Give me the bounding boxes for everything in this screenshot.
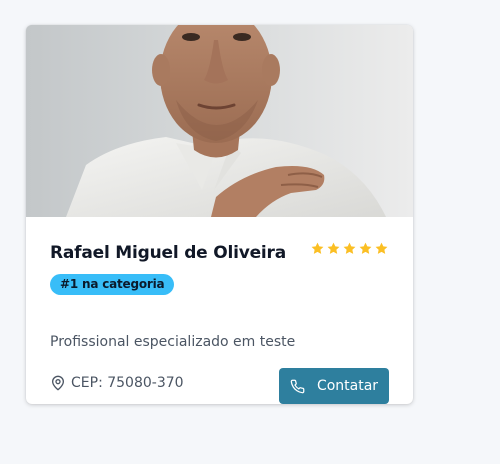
cep-text: CEP: 75080-370 [71,375,184,391]
professional-description: Profissional especializado em teste [50,334,296,350]
profile-photo [26,25,413,217]
star-icon [327,242,340,254]
star-icon [359,242,372,254]
rating-stars [310,241,389,256]
location-cep: CEP: 75080-370 [50,375,184,391]
category-rank-badge: #1 na categoria [50,274,175,295]
contact-button[interactable]: Contatar [279,368,389,404]
contact-button-label: Contatar [316,378,379,394]
star-icon [343,242,356,254]
phone-icon [290,379,305,393]
card-body: Rafael Miguel de Oliveira #1 na categori… [26,217,413,404]
professional-card: Rafael Miguel de Oliveira #1 na categori… [26,25,413,404]
professional-name: Rafael Miguel de Oliveira [50,243,287,263]
map-pin-icon [52,375,64,391]
star-icon [375,242,388,254]
star-icon [311,242,324,254]
